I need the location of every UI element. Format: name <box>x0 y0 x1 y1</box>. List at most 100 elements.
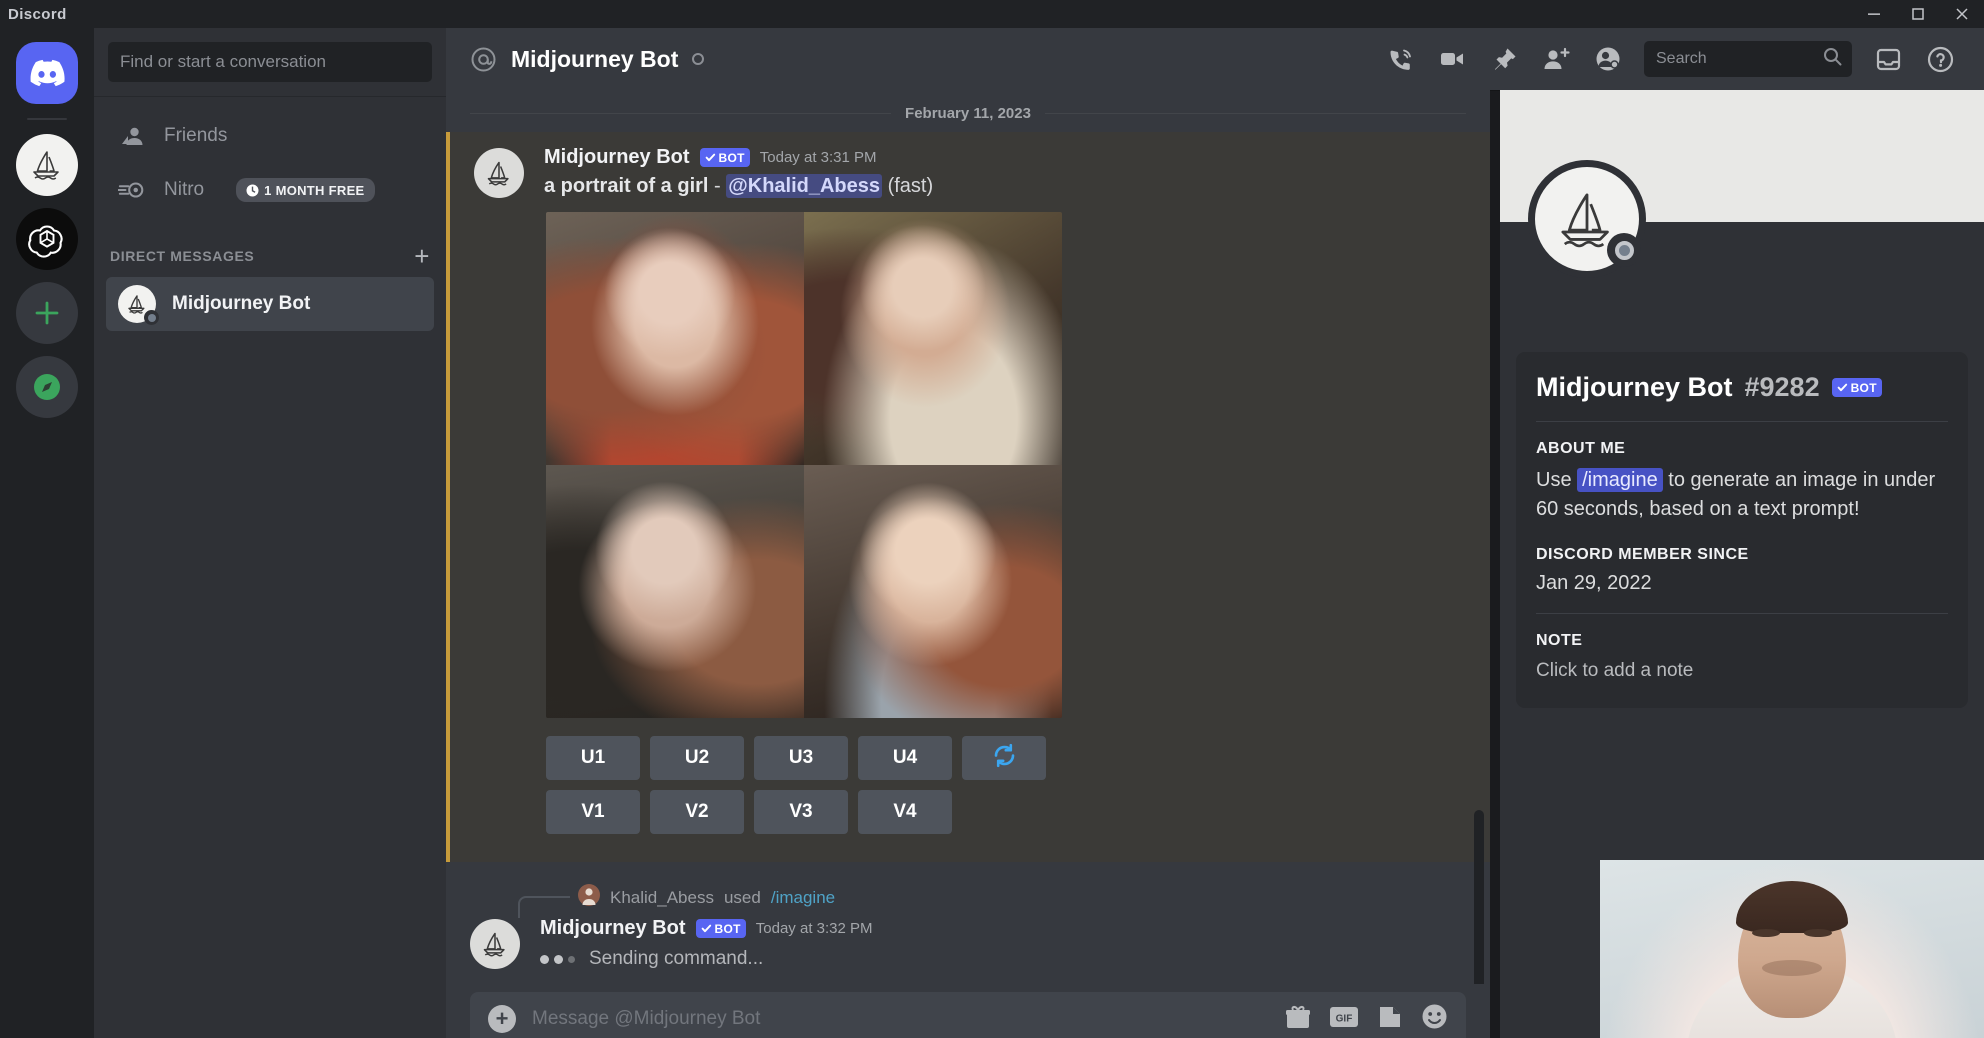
command-reference: Khalid_Abess used /imagine <box>578 884 1490 911</box>
message-input-area: + Message @Midjourney Bot GIF <box>446 984 1490 1038</box>
create-dm-icon[interactable]: + <box>414 243 430 269</box>
nitro-promo-badge-label: 1 MONTH FREE <box>264 183 364 198</box>
variation-button-v1[interactable]: V1 <box>546 790 640 834</box>
date-separator: February 11, 2023 <box>470 100 1466 126</box>
chat-header: Midjourney Bot <box>446 28 1984 90</box>
generated-image-3[interactable] <box>546 465 804 718</box>
find-conversation-input[interactable]: Find or start a conversation <box>108 42 432 82</box>
about-pre: Use <box>1536 469 1577 491</box>
at-sign-icon <box>470 46 497 73</box>
check-icon <box>701 923 712 934</box>
imagine-command-chip: /imagine <box>1577 468 1663 492</box>
start-call-icon[interactable] <box>1374 37 1426 81</box>
profile-member-since-section: DISCORD MEMBER SINCE Jan 29, 2022 <box>1536 546 1948 595</box>
message-item-pending: Khalid_Abess used /imagine Midjourney Bo… <box>446 884 1490 980</box>
help-icon[interactable] <box>1914 37 1966 81</box>
search-input[interactable]: Search <box>1644 41 1852 77</box>
prompt-dash: - <box>708 175 726 197</box>
variation-button-v2[interactable]: V2 <box>650 790 744 834</box>
dm-item-label: Midjourney Bot <box>172 293 310 315</box>
upscale-button-u2[interactable]: U2 <box>650 736 744 780</box>
variation-button-v3[interactable]: V3 <box>754 790 848 834</box>
reroll-icon <box>992 743 1017 774</box>
sidebar-item-nitro[interactable]: Nitro 1 MONTH FREE <box>106 163 434 217</box>
pinned-messages-icon[interactable] <box>1478 37 1530 81</box>
page-title: Midjourney Bot <box>511 46 678 73</box>
nitro-promo-badge: 1 MONTH FREE <box>236 178 374 202</box>
message-item-highlighted: Midjourney Bot BOT Today at 3:31 PM a po… <box>446 132 1490 862</box>
explore-servers-button[interactable] <box>16 356 78 418</box>
variation-button-v4[interactable]: V4 <box>858 790 952 834</box>
user-profile-icon[interactable] <box>1582 37 1634 81</box>
generated-image-grid[interactable] <box>546 212 1062 718</box>
plus-icon <box>33 299 61 327</box>
gif-icon[interactable]: GIF <box>1329 1006 1359 1033</box>
upscale-button-row: U1 U2 U3 U4 <box>546 736 1466 780</box>
command-user-name[interactable]: Khalid_Abess <box>610 888 714 908</box>
friends-icon <box>118 124 146 148</box>
message-input[interactable]: + Message @Midjourney Bot GIF <box>470 992 1466 1038</box>
profile-status-badge <box>1607 233 1641 267</box>
avatar[interactable] <box>470 919 520 969</box>
guild-home-button[interactable] <box>16 42 78 104</box>
guild-openai-button[interactable] <box>16 208 78 270</box>
search-icon <box>1823 47 1842 71</box>
sidebar-item-friends-label: Friends <box>164 125 227 147</box>
profile-divider-bottom <box>1536 613 1948 614</box>
minimize-icon[interactable] <box>1852 0 1896 28</box>
upscale-button-u3[interactable]: U3 <box>754 736 848 780</box>
command-name[interactable]: /imagine <box>771 888 835 908</box>
discord-window: Discord <box>0 0 1984 1038</box>
profile-username: Midjourney Bot <box>1536 372 1733 403</box>
sticker-icon[interactable] <box>1377 1004 1403 1035</box>
direct-messages-header: DIRECT MESSAGES + <box>94 217 446 277</box>
add-friends-icon[interactable] <box>1530 37 1582 81</box>
emoji-icon[interactable] <box>1421 1003 1448 1035</box>
close-icon[interactable] <box>1940 0 1984 28</box>
avatar[interactable] <box>474 148 524 198</box>
about-me-heading: ABOUT ME <box>1536 440 1948 458</box>
command-used-verb: used <box>724 888 761 908</box>
message-author[interactable]: Midjourney Bot <box>540 917 686 940</box>
midjourney-action-buttons: U1 U2 U3 U4 <box>546 736 1466 834</box>
window-controls <box>1852 0 1984 28</box>
upscale-button-u4[interactable]: U4 <box>858 736 952 780</box>
message-author[interactable]: Midjourney Bot <box>544 146 690 169</box>
bot-badge-label: BOT <box>715 922 741 936</box>
maximize-icon[interactable] <box>1896 0 1940 28</box>
generated-image-2[interactable] <box>804 212 1062 465</box>
message-status: Sending command... <box>540 948 1466 970</box>
message-header: Midjourney Bot BOT Today at 3:31 PM <box>544 146 1466 169</box>
note-input[interactable]: Click to add a note <box>1536 660 1948 682</box>
gift-icon[interactable] <box>1285 1004 1311 1035</box>
generated-image-4[interactable] <box>804 465 1062 718</box>
sidebar-item-friends[interactable]: Friends <box>106 109 434 163</box>
upload-attachment-icon[interactable]: + <box>488 1005 516 1033</box>
reroll-button[interactable] <box>962 736 1046 780</box>
generated-image-1[interactable] <box>546 212 804 465</box>
check-icon <box>705 152 716 163</box>
clock-icon <box>246 184 259 197</box>
profile-about-section: ABOUT ME Use /imagine to generate an ima… <box>1536 440 1948 524</box>
member-since-heading: DISCORD MEMBER SINCE <box>1536 546 1948 564</box>
message-header: Midjourney Bot BOT Today at 3:32 PM <box>540 917 1466 940</box>
command-reply-connector <box>518 896 570 918</box>
profile-divider-top <box>1536 421 1948 422</box>
bot-badge-label: BOT <box>1851 381 1877 395</box>
profile-avatar[interactable] <box>1528 160 1646 278</box>
message-list[interactable]: February 11, 2023 Midjourney Bot <box>446 90 1490 1038</box>
loading-dots-icon <box>540 955 575 964</box>
svg-text:GIF: GIF <box>1336 1013 1353 1024</box>
mention-khalid-abess[interactable]: @Khalid_Abess <box>726 174 882 198</box>
date-separator-label: February 11, 2023 <box>891 105 1045 122</box>
header-status-badge <box>692 53 704 65</box>
video-call-icon[interactable] <box>1426 37 1478 81</box>
member-since-value: Jan 29, 2022 <box>1536 572 1948 595</box>
add-server-button[interactable] <box>16 282 78 344</box>
upscale-button-u1[interactable]: U1 <box>546 736 640 780</box>
chat-header-actions: Search <box>1374 37 1984 81</box>
inbox-icon[interactable] <box>1862 37 1914 81</box>
guild-midjourney-button[interactable] <box>16 134 78 196</box>
dm-item-midjourney-bot[interactable]: Midjourney Bot <box>106 277 434 331</box>
bot-badge: BOT <box>700 148 750 167</box>
